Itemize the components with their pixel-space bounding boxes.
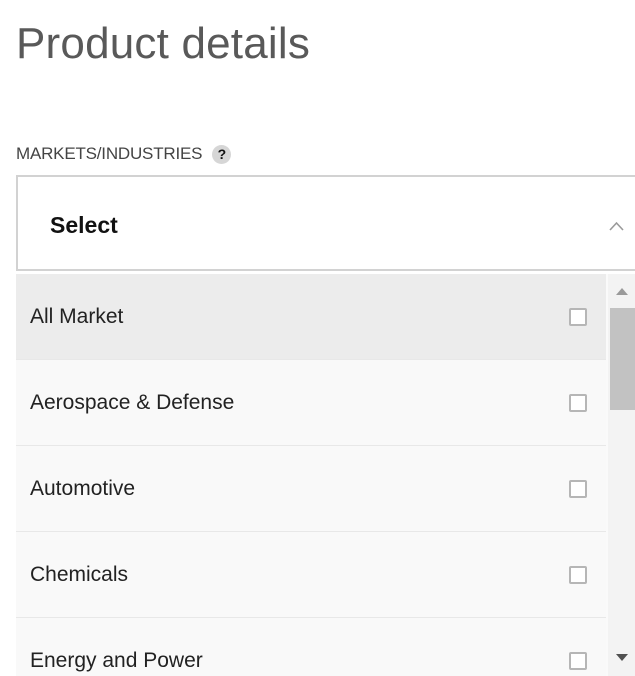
markets-industries-label: MARKETS/INDUSTRIES ? bbox=[16, 144, 232, 164]
select-value: Select bbox=[50, 212, 118, 238]
markets-select-dropdown[interactable]: Select bbox=[16, 175, 635, 271]
option-aerospace-defense[interactable]: Aerospace & Defense bbox=[16, 360, 606, 446]
product-details-panel: Product details MARKETS/INDUSTRIES ? Sel… bbox=[0, 0, 635, 676]
option-label: Aerospace & Defense bbox=[30, 390, 235, 414]
option-label: All Market bbox=[30, 304, 124, 328]
option-all-market[interactable]: All Market bbox=[16, 274, 606, 360]
page-title: Product details bbox=[16, 19, 311, 68]
checkbox-icon[interactable] bbox=[569, 393, 587, 412]
option-energy-and-power[interactable]: Energy and Power bbox=[16, 618, 606, 676]
scroll-up-arrow-icon[interactable] bbox=[616, 288, 628, 295]
option-automotive[interactable]: Automotive bbox=[16, 446, 606, 532]
option-label: Chemicals bbox=[30, 562, 129, 586]
question-icon[interactable]: ? bbox=[212, 144, 232, 164]
option-chemicals[interactable]: Chemicals bbox=[16, 532, 606, 618]
checkbox-icon[interactable] bbox=[569, 651, 587, 670]
checkbox-icon[interactable] bbox=[569, 307, 587, 326]
field-label-text: MARKETS/INDUSTRIES bbox=[16, 144, 203, 163]
option-label: Energy and Power bbox=[30, 648, 203, 672]
options-list: All Market Aerospace & Defense Automotiv… bbox=[16, 274, 635, 676]
option-label: Automotive bbox=[30, 476, 136, 500]
checkbox-icon[interactable] bbox=[569, 565, 587, 584]
checkbox-icon[interactable] bbox=[569, 479, 587, 498]
scroll-down-arrow-icon[interactable] bbox=[616, 654, 628, 661]
chevron-up-icon[interactable] bbox=[609, 219, 624, 234]
options-scrollbar[interactable] bbox=[608, 274, 635, 676]
scrollbar-thumb[interactable] bbox=[610, 308, 635, 410]
